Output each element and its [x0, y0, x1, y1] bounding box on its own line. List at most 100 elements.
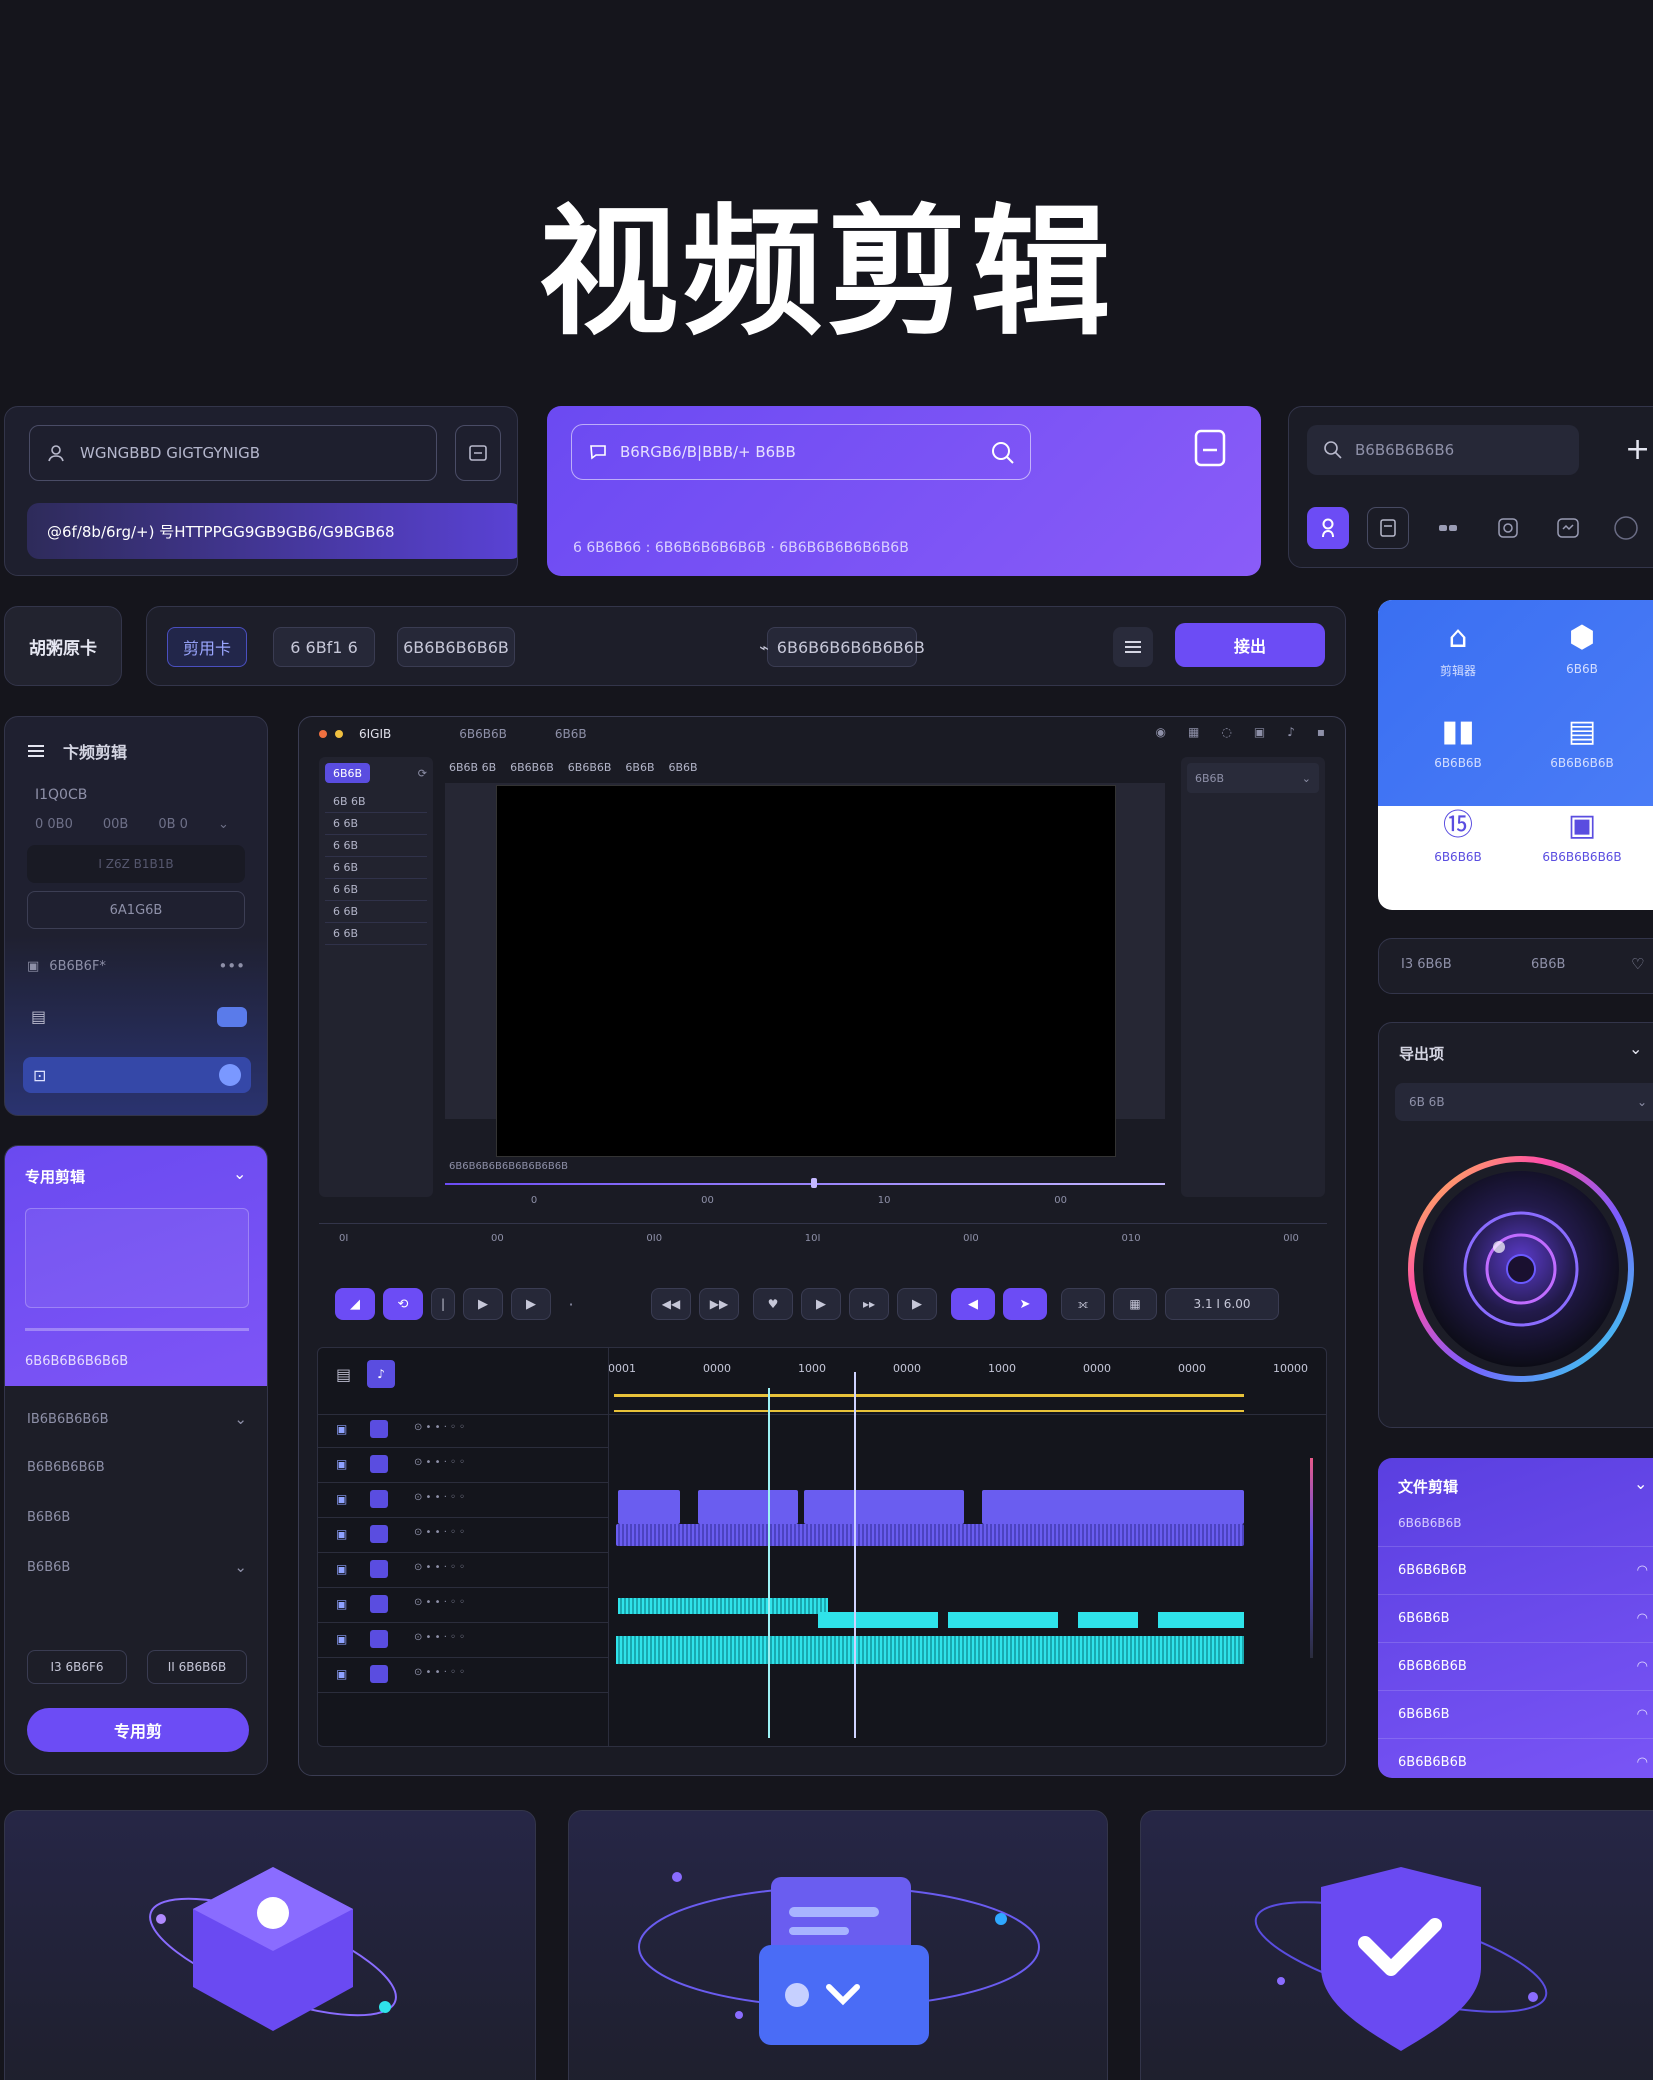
tool-item[interactable]: ▮▮ 6B6B6B — [1408, 712, 1508, 792]
track-header[interactable]: ▣ ⊙ • • · ◦ ◦ — [318, 1624, 608, 1658]
track-controls[interactable]: ⊙ • • · ◦ ◦ — [414, 1492, 465, 1503]
scrubber-handle[interactable] — [811, 1178, 817, 1188]
track-badge[interactable] — [370, 1595, 388, 1613]
track-badge[interactable] — [370, 1630, 388, 1648]
play-end-button[interactable]: ▶ — [897, 1288, 937, 1320]
chevron-down-icon[interactable]: ⌄ — [1629, 1039, 1642, 1058]
mic-icon[interactable]: ♪ — [1287, 725, 1295, 739]
snap-button[interactable]: ⟗ — [1061, 1288, 1105, 1320]
media-item[interactable]: 6 6B — [325, 857, 427, 879]
purple-search-input[interactable]: B6RGB6/B|BBB/+ B6BB — [571, 424, 1031, 480]
list-item[interactable]: 6B6B6B ◠ — [1378, 1690, 1653, 1738]
track-controls[interactable]: ⊙ • • · ◦ ◦ — [414, 1527, 465, 1538]
marker-button[interactable]: | — [431, 1288, 455, 1320]
window-dot-yellow[interactable] — [335, 730, 343, 738]
tool-item[interactable]: ⬢ 6B6B — [1532, 618, 1632, 698]
media-item[interactable]: 6 6B — [325, 923, 427, 945]
chip-left[interactable]: I3 6B6B — [1401, 957, 1452, 972]
effect-icon[interactable] — [1487, 507, 1529, 549]
effects-item-4[interactable]: B6B6B — [27, 1560, 70, 1575]
cyan-clip-1[interactable] — [618, 1598, 828, 1614]
chip-mid[interactable]: 6B6B — [1531, 957, 1565, 972]
chevron-down-icon[interactable]: ⌄ — [234, 1558, 247, 1576]
track-controls[interactable]: ⊙ • • · ◦ ◦ — [414, 1632, 465, 1643]
heart-button[interactable]: ♥ — [753, 1288, 793, 1320]
nav-search[interactable]: ⌁ 6B6B6B6B6B6B6B — [759, 627, 925, 667]
filter-icon[interactable] — [1547, 507, 1589, 549]
tab-third[interactable]: 6B6B6B6B6B — [397, 627, 515, 667]
volume-meter[interactable] — [1310, 1458, 1313, 1658]
volume-button[interactable]: ◀ — [951, 1288, 995, 1320]
effects-slider[interactable] — [25, 1328, 249, 1331]
properties-dropdown[interactable]: 6B6B ⌄ — [1187, 763, 1319, 793]
video-clip-1[interactable] — [618, 1490, 680, 1524]
cyan-clip-5[interactable] — [1158, 1612, 1244, 1628]
effects-item-3[interactable]: B6B6B — [27, 1510, 70, 1525]
left-panel-field[interactable]: I Z6Z B1B1B — [27, 845, 245, 883]
track-badge[interactable] — [370, 1490, 388, 1508]
toolbar-item[interactable]: 6B6B6B — [510, 761, 554, 774]
document-icon[interactable] — [1193, 428, 1227, 468]
track-controls[interactable]: ⊙ • • · ◦ ◦ — [414, 1667, 465, 1678]
banner[interactable]: @6f/8b/6rg/+) 号HTTPPGG9GB9GB6/G9BGB68 — [27, 503, 517, 559]
chevron-down-icon[interactable]: ⌄ — [218, 817, 229, 832]
media-tab[interactable]: 6B6B — [325, 763, 371, 783]
chevron-down-icon[interactable]: ⌄ — [1634, 1474, 1647, 1493]
chevron-down-icon[interactable]: ⌄ — [234, 1410, 247, 1428]
track-badge[interactable] — [370, 1455, 388, 1473]
menu-icon[interactable] — [1113, 627, 1153, 667]
export-button[interactable]: 接出 — [1175, 623, 1325, 667]
toggle-icon[interactable]: ◠ — [1637, 1659, 1648, 1674]
cyan-clip-2[interactable] — [818, 1612, 938, 1628]
track-header[interactable]: ▣ ⊙ • • · ◦ ◦ — [318, 1589, 608, 1623]
effects-btn-right[interactable]: II 6B6B6B — [147, 1650, 247, 1684]
tool-item[interactable]: ⌂ 剪辑器 — [1408, 618, 1508, 698]
track-header[interactable]: ▣ ⊙ • • · ◦ ◦ — [318, 1519, 608, 1553]
toolbar-item[interactable]: 6B6B6B — [568, 761, 612, 774]
track-badge[interactable] — [370, 1420, 388, 1438]
toggle-icon[interactable]: ◠ — [1637, 1611, 1648, 1626]
effects-item-1[interactable]: IB6B6B6B6B — [27, 1412, 109, 1427]
link-icon[interactable] — [1427, 507, 1469, 549]
arrow-tool-button[interactable]: ◢ — [335, 1288, 375, 1320]
rewind-button[interactable]: ◀◀ — [651, 1288, 691, 1320]
cyan-clip-4[interactable] — [1078, 1612, 1138, 1628]
forward-button[interactable]: ▶▶ — [699, 1288, 739, 1320]
logo-box[interactable]: 胡粥原卡 — [4, 606, 122, 686]
sync-icon[interactable]: ◌ — [1221, 725, 1231, 739]
toggle-1[interactable] — [217, 1007, 247, 1027]
refresh-icon[interactable]: ⟳ — [418, 767, 427, 780]
film-icon[interactable]: ▤ — [336, 1365, 351, 1384]
list-item[interactable]: 6B6B6B ◠ — [1378, 1594, 1653, 1642]
toggle-icon[interactable]: ◠ — [1637, 1707, 1648, 1722]
save-icon[interactable]: ▣ — [1254, 725, 1265, 739]
step-button[interactable]: ▸▸ — [849, 1288, 889, 1320]
toggle-icon[interactable]: ◠ — [1637, 1563, 1648, 1578]
editor-menu-2[interactable]: 6B6B — [555, 727, 587, 741]
left-panel-button[interactable]: 6A1G6B — [27, 891, 245, 929]
apply-button[interactable]: 专用剪 — [27, 1708, 249, 1752]
list-item[interactable]: 6B6B6B6B ◠ — [1378, 1642, 1653, 1690]
add-icon[interactable]: + — [1625, 435, 1650, 465]
video-clip-3[interactable] — [804, 1490, 964, 1524]
loop-button[interactable]: ⟲ — [383, 1288, 423, 1320]
track-icon-active[interactable]: ♪ — [367, 1360, 396, 1388]
cyan-clip-3[interactable] — [948, 1612, 1058, 1628]
toggle-2[interactable] — [219, 1064, 241, 1086]
toolbar-item[interactable]: 6B6B — [625, 761, 654, 774]
save-icon[interactable] — [1367, 507, 1409, 549]
audio-wave-cyan[interactable] — [616, 1636, 1244, 1664]
playhead-2[interactable] — [854, 1372, 856, 1738]
close-icon[interactable]: ▪ — [1317, 725, 1325, 739]
tool-item[interactable]: ▣ 6B6B6B6B6B — [1532, 806, 1632, 886]
window-dot-red[interactable] — [319, 730, 327, 738]
tool-item[interactable]: ▤ 6B6B6B6B — [1532, 712, 1632, 792]
media-item[interactable]: 6 6B — [325, 879, 427, 901]
search-input[interactable]: WGNGBBD GIGTGYNIGB — [29, 425, 437, 481]
grid-icon[interactable]: ▦ — [1188, 725, 1199, 739]
more-icon[interactable]: ••• — [218, 957, 245, 975]
media-item[interactable]: 6 6B — [325, 835, 427, 857]
list-item[interactable]: 6B6B6B6B ◠ — [1378, 1738, 1653, 1778]
track-controls[interactable]: ⊙ • • · ◦ ◦ — [414, 1422, 465, 1433]
profile-icon[interactable] — [1605, 507, 1647, 549]
